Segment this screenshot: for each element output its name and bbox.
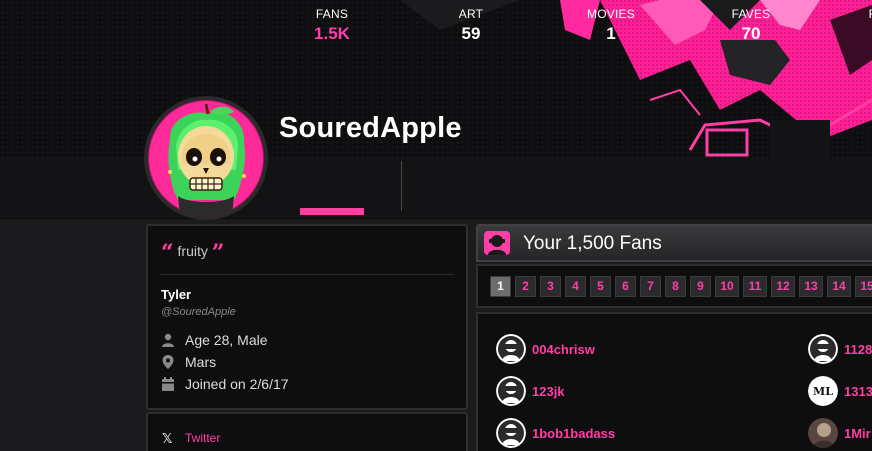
page-button[interactable]: 4 xyxy=(565,276,586,297)
pagination: 1 2 3 4 5 6 7 8 9 10 11 12 13 14 15 xyxy=(490,276,872,297)
stat-label: MOVIES xyxy=(587,7,635,21)
info-joined: Joined on 2/6/17 xyxy=(161,376,289,392)
page-button[interactable]: 7 xyxy=(640,276,661,297)
fan-avatar[interactable] xyxy=(808,418,838,448)
fan-name[interactable]: 004chrisw xyxy=(532,342,595,357)
stat-value: 59 xyxy=(461,24,481,43)
fan-avatar[interactable]: ML xyxy=(808,376,838,406)
page-button[interactable]: 12 xyxy=(771,276,795,297)
stat-value: 70 xyxy=(741,24,761,43)
page-button[interactable]: 10 xyxy=(715,276,739,297)
about-panel: “ fruity ” Tyler @SouredApple Age 28, Ma… xyxy=(146,224,468,410)
profile-page: FANS 1.5K ART 59 MOVIES 1 FAVES 70 R xyxy=(0,0,872,451)
fan-avatar[interactable] xyxy=(496,334,526,364)
stat-fans[interactable]: FANS 1.5K xyxy=(300,0,364,62)
page-button[interactable]: 14 xyxy=(827,276,851,297)
user-handle: @SouredApple xyxy=(161,306,236,318)
page-button[interactable]: 5 xyxy=(590,276,611,297)
open-quote-icon: “ xyxy=(161,240,174,266)
real-name: Tyler xyxy=(161,287,192,302)
page-button[interactable]: 13 xyxy=(799,276,823,297)
close-quote-icon: ” xyxy=(211,240,225,266)
active-stat-indicator xyxy=(300,208,364,215)
quote-text: fruity xyxy=(177,243,208,259)
fan-item[interactable]: 1Mir xyxy=(808,418,871,448)
page-button[interactable]: 11 xyxy=(743,276,767,297)
stat-divider xyxy=(401,161,402,211)
stat-value: 1.5K xyxy=(314,24,350,43)
info-location: Mars xyxy=(161,354,216,370)
social-links-panel: 𝕏 Twitter xyxy=(146,412,468,451)
page-button[interactable]: 3 xyxy=(540,276,561,297)
stat-label: ART xyxy=(458,7,484,21)
page-button[interactable]: 15 xyxy=(855,276,872,297)
fan-item[interactable]: ML 1313 xyxy=(808,376,872,406)
fan-item[interactable]: 123jk xyxy=(496,376,565,406)
fan-name[interactable]: 1128 xyxy=(844,342,872,357)
fan-name[interactable]: 123jk xyxy=(532,384,565,399)
skull-avatar-icon xyxy=(148,100,264,216)
page-button[interactable]: 6 xyxy=(615,276,636,297)
divider xyxy=(160,274,454,275)
stat-label: FAVES xyxy=(731,7,771,21)
twitter-link[interactable]: Twitter xyxy=(185,431,220,445)
profile-avatar[interactable] xyxy=(144,96,268,220)
page-button[interactable]: 8 xyxy=(665,276,686,297)
stat-reviews[interactable]: R xyxy=(858,0,872,62)
user-icon xyxy=(162,333,174,347)
x-logo-icon: 𝕏 xyxy=(162,431,173,446)
fans-title: Your 1,500 Fans xyxy=(523,233,662,254)
stat-art[interactable]: ART 59 xyxy=(441,0,501,62)
stat-movies[interactable]: MOVIES 1 xyxy=(577,0,645,62)
fan-avatar[interactable] xyxy=(808,334,838,364)
stat-value: 1 xyxy=(606,24,616,43)
fan-avatar[interactable] xyxy=(496,418,526,448)
fans-panel-header: Your 1,500 Fans xyxy=(476,224,872,262)
page-button[interactable]: 2 xyxy=(515,276,536,297)
calendar-icon xyxy=(162,377,174,391)
stat-faves[interactable]: FAVES 70 xyxy=(721,0,781,62)
fan-name[interactable]: 1313 xyxy=(844,384,872,399)
stats-bar xyxy=(0,157,872,219)
map-marker-icon xyxy=(162,355,174,369)
fan-item[interactable]: 1128 xyxy=(808,334,872,364)
fan-name[interactable]: 1bob1badass xyxy=(532,426,615,441)
profile-username: SouredApple xyxy=(279,112,462,144)
fans-pagination-panel: 1 2 3 4 5 6 7 8 9 10 11 12 13 14 15 xyxy=(476,264,872,308)
page-button[interactable]: 1 xyxy=(490,276,511,297)
stat-label: FANS xyxy=(315,7,349,21)
profile-quote: “ fruity ” xyxy=(161,240,224,266)
fans-list: 004chrisw 123jk 1bob1badass 1128 ML 1313 1Mir xyxy=(476,312,872,451)
age-gender-text: Age 28, Male xyxy=(185,332,268,348)
info-age: Age 28, Male xyxy=(161,332,268,348)
stat-label: R xyxy=(858,7,872,21)
fan-item[interactable]: 004chrisw xyxy=(496,334,595,364)
joined-text: Joined on 2/6/17 xyxy=(185,376,289,392)
fan-item[interactable]: 1bob1badass xyxy=(496,418,615,448)
fan-name[interactable]: 1Mir xyxy=(844,426,871,441)
svg-text:ML: ML xyxy=(813,385,833,398)
fan-avatar[interactable] xyxy=(496,376,526,406)
fans-icon xyxy=(484,231,510,255)
page-button[interactable]: 9 xyxy=(690,276,711,297)
location-text: Mars xyxy=(185,354,217,370)
